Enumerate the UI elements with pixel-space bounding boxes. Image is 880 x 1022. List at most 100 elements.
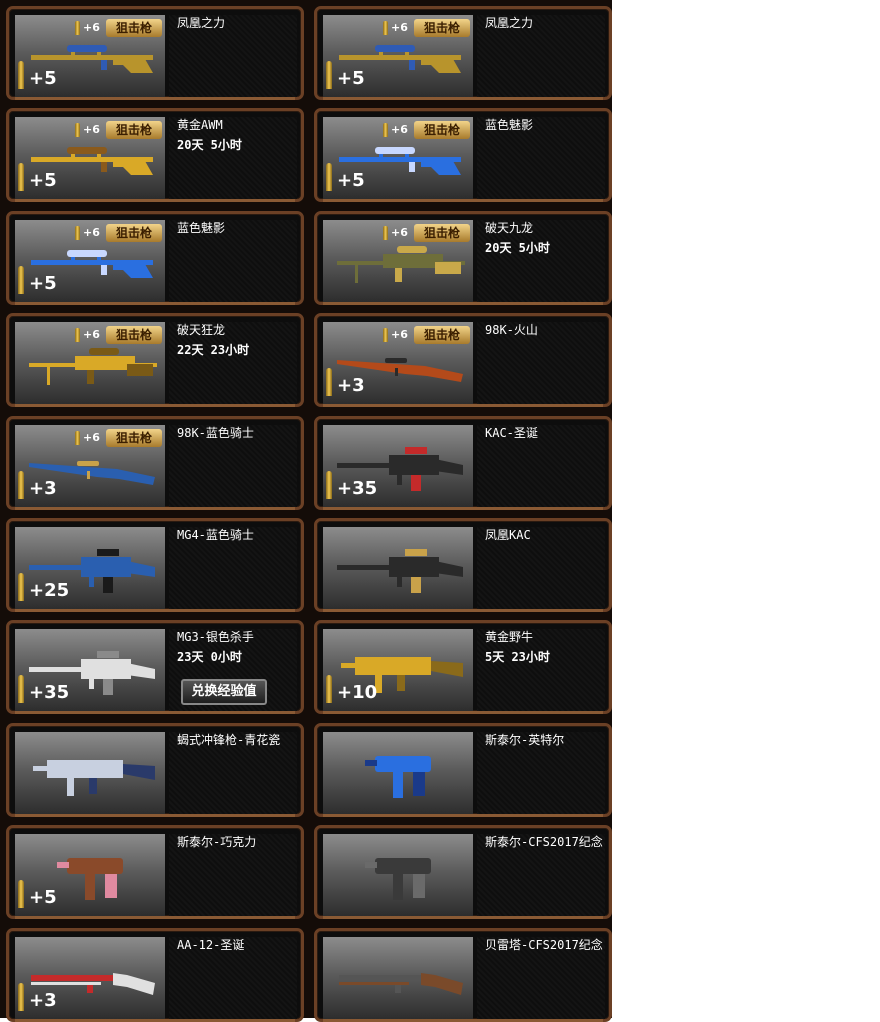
weapon-info: AA-12-圣诞 bbox=[169, 936, 297, 1019]
sniper-label: 狙击枪 bbox=[414, 19, 470, 37]
bullet-icon bbox=[383, 225, 388, 240]
bonus-value: +3 bbox=[337, 375, 365, 397]
weapon-card[interactable]: +6 狙击枪 破天狂龙 22天 23小时 bbox=[6, 313, 304, 408]
weapon-thumbnail bbox=[15, 731, 165, 814]
sniper-label: 狙击枪 bbox=[414, 326, 470, 345]
weapon-thumbnail: +6 狙击枪 +5 bbox=[15, 15, 165, 97]
weapon-info: 98K-火山 bbox=[477, 322, 605, 405]
weapon-name: 破天狂龙 bbox=[177, 323, 226, 338]
weapon-card[interactable]: 蝎式冲锋枪-青花瓷 bbox=[6, 722, 304, 817]
weapon-card[interactable]: +6 狙击枪 +5 凤凰之力 bbox=[6, 6, 304, 100]
weapon-info: MG4-蓝色骑士 bbox=[169, 527, 297, 609]
weapon-name: 斯泰尔-CFS2017纪念 bbox=[485, 835, 603, 850]
bullet-icon bbox=[75, 21, 80, 35]
weapon-card[interactable]: 斯泰尔-CFS2017纪念 bbox=[314, 825, 612, 920]
bullet-icon bbox=[18, 880, 24, 909]
weapon-info: KAC-圣诞 bbox=[477, 424, 605, 507]
bonus-value: +3 bbox=[29, 989, 57, 1011]
weapon-card[interactable]: +6 狙击枪 破天九龙 20天 5小时 bbox=[314, 210, 612, 305]
weapon-card[interactable]: +6 狙击枪 +5 凤凰之力 bbox=[314, 6, 612, 100]
bullet-icon bbox=[326, 61, 332, 89]
weapon-card[interactable]: +6 狙击枪 +3 98K-蓝色骑士 bbox=[6, 415, 304, 510]
weapon-card[interactable]: +6 狙击枪 +5 蓝色魅影 bbox=[314, 108, 612, 203]
sniper-label: 狙击枪 bbox=[106, 121, 162, 140]
sniper-label: 狙击枪 bbox=[106, 223, 162, 242]
weapon-name: 蝎式冲锋枪-青花瓷 bbox=[177, 732, 281, 747]
weapon-inventory-grid: +6 狙击枪 +5 凤凰之力 +6 狙击枪 +5 凤凰之力 +6 狙击枪 +5 … bbox=[0, 0, 612, 1022]
weapon-info: 凤凰之力 bbox=[169, 15, 297, 97]
bullet-icon bbox=[75, 328, 80, 343]
bonus-value: +5 bbox=[29, 68, 57, 89]
weapon-thumbnail: +6 狙击枪 bbox=[15, 322, 165, 405]
plus6-label: +6 bbox=[83, 328, 100, 342]
weapon-info: 蓝色魅影 bbox=[477, 117, 605, 200]
bullet-icon bbox=[383, 123, 388, 138]
sniper-label: 狙击枪 bbox=[414, 223, 470, 242]
bonus-value: +10 bbox=[337, 682, 378, 704]
bullet-icon bbox=[18, 470, 24, 499]
weapon-card[interactable]: +6 狙击枪 +5 黄金AWM 20天 5小时 bbox=[6, 108, 304, 203]
weapon-info: 破天狂龙 22天 23小时 bbox=[169, 322, 297, 405]
weapon-duration: 20天 5小时 bbox=[177, 138, 242, 153]
weapon-card[interactable]: +6 狙击枪 +5 蓝色魅影 bbox=[6, 210, 304, 305]
weapon-info: 凤凰之力 bbox=[477, 15, 605, 97]
weapon-name: 蓝色魅影 bbox=[485, 118, 534, 133]
weapon-card[interactable]: +3 AA-12-圣诞 bbox=[6, 927, 304, 1022]
weapon-name: 蓝色魅影 bbox=[177, 220, 226, 235]
weapon-card[interactable]: +6 狙击枪 +3 98K-火山 bbox=[314, 313, 612, 408]
exchange-exp-button[interactable]: 兑换经验值 bbox=[181, 679, 267, 706]
weapon-info: 斯泰尔-CFS2017纪念 bbox=[477, 834, 605, 917]
weapon-info: 蝎式冲锋枪-青花瓷 bbox=[169, 731, 297, 814]
weapon-thumbnail: +6 狙击枪 bbox=[323, 219, 473, 302]
weapon-thumbnail: +35 bbox=[15, 629, 165, 712]
weapon-name: 斯泰尔-巧克力 bbox=[177, 835, 257, 850]
weapon-image bbox=[29, 348, 157, 386]
bonus-value: +35 bbox=[29, 682, 70, 704]
weapon-card[interactable]: +10 黄金野牛 5天 23小时 bbox=[314, 620, 612, 715]
bonus-value: +5 bbox=[337, 68, 365, 89]
weapon-name: 破天九龙 bbox=[485, 220, 534, 235]
weapon-info: 黄金AWM 20天 5小时 bbox=[169, 117, 297, 200]
weapon-thumbnail: +6 狙击枪 +5 bbox=[15, 219, 165, 302]
bullet-icon bbox=[18, 982, 24, 1011]
weapon-image bbox=[33, 759, 155, 796]
weapon-card[interactable]: +35 KAC-圣诞 bbox=[314, 415, 612, 510]
weapon-thumbnail: +6 狙击枪 +3 bbox=[323, 322, 473, 405]
bullet-icon bbox=[326, 368, 332, 397]
bullet-icon bbox=[75, 430, 80, 445]
sniper-label: 狙击枪 bbox=[106, 19, 162, 37]
weapon-name: 凤凰之力 bbox=[177, 16, 226, 30]
weapon-thumbnail bbox=[323, 731, 473, 814]
weapon-thumbnail: +25 bbox=[15, 527, 165, 609]
bullet-icon bbox=[18, 573, 24, 601]
bonus-value: +25 bbox=[29, 580, 70, 601]
weapon-card[interactable]: +35 MG3-银色杀手 23天 0小时 兑换经验值 bbox=[6, 620, 304, 715]
weapon-card[interactable]: +25 MG4-蓝色骑士 bbox=[6, 518, 304, 612]
bullet-icon bbox=[326, 163, 332, 192]
bullet-icon bbox=[18, 61, 24, 89]
weapon-info: 98K-蓝色骑士 bbox=[169, 424, 297, 507]
weapon-thumbnail: +35 bbox=[323, 424, 473, 507]
bullet-icon bbox=[383, 328, 388, 343]
bullet-icon bbox=[326, 675, 332, 704]
weapon-card[interactable]: 贝雷塔-CFS2017纪念 bbox=[314, 927, 612, 1022]
weapon-name: 黄金野牛 bbox=[485, 630, 534, 645]
bonus-value: +3 bbox=[29, 477, 57, 499]
weapon-thumbnail: +6 狙击枪 +5 bbox=[323, 117, 473, 200]
weapon-duration: 23天 0小时 bbox=[177, 650, 242, 665]
plus6-label: +6 bbox=[391, 328, 408, 342]
plus6-label: +6 bbox=[83, 123, 100, 137]
bonus-value: +5 bbox=[337, 170, 365, 192]
weapon-card[interactable]: +5 斯泰尔-巧克力 bbox=[6, 825, 304, 920]
weapon-image bbox=[337, 549, 463, 593]
weapon-card[interactable]: 斯泰尔-英特尔 bbox=[314, 722, 612, 817]
plus6-label: +6 bbox=[391, 225, 408, 239]
weapon-name: AA-12-圣诞 bbox=[177, 937, 245, 952]
bonus-value: +5 bbox=[29, 272, 57, 294]
weapon-image bbox=[339, 972, 463, 995]
weapon-card[interactable]: 凤凰KAC bbox=[314, 518, 612, 612]
weapon-name: 黄金AWM bbox=[177, 118, 223, 133]
weapon-thumbnail: +10 bbox=[323, 629, 473, 712]
weapon-name: 98K-火山 bbox=[485, 323, 538, 338]
weapon-info: 黄金野牛 5天 23小时 bbox=[477, 629, 605, 712]
